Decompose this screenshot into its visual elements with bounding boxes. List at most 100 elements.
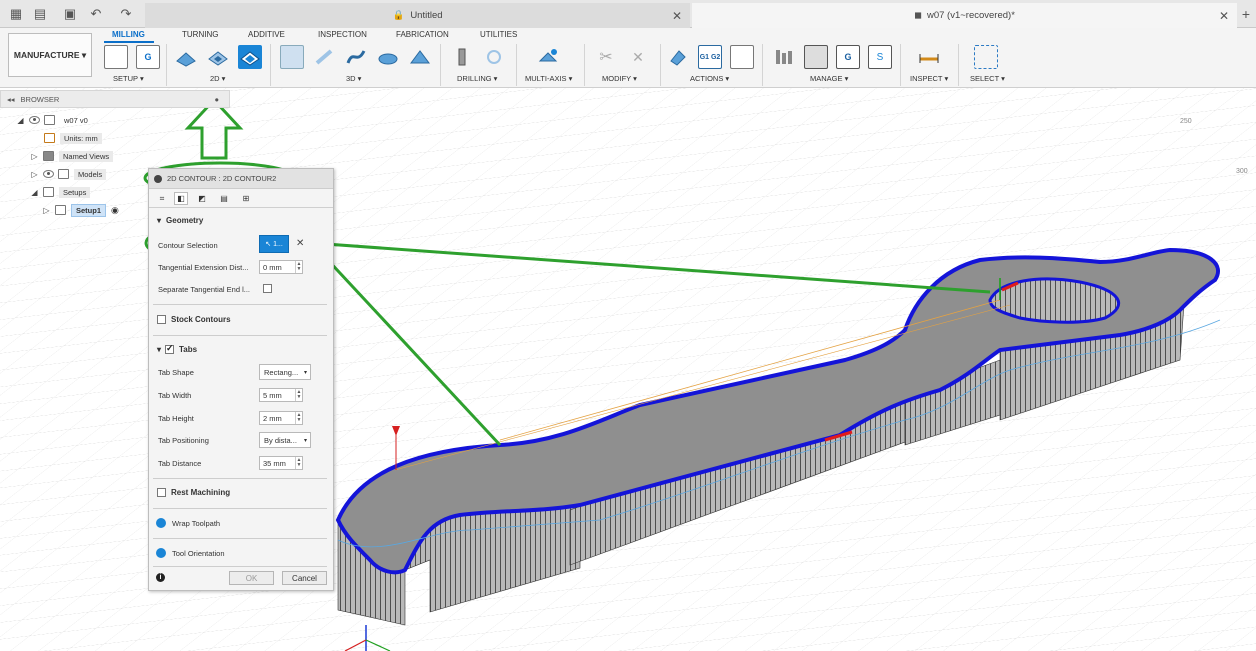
browser-panel-header[interactable]: ◂◂ BROWSER ● <box>0 90 230 108</box>
rest-machining-checkbox[interactable] <box>157 488 166 497</box>
setup-sheet-report-icon[interactable] <box>730 45 754 69</box>
group-drilling[interactable]: DRILLING ▾ <box>457 74 497 83</box>
spinner-icon[interactable]: ▲ ▼ <box>295 412 302 424</box>
tab-shape-select[interactable]: Rectang... ▾ <box>259 364 311 380</box>
drill-icon[interactable] <box>450 45 474 69</box>
machine-library-icon[interactable] <box>804 45 828 69</box>
active-setup-icon[interactable]: ◉ <box>111 205 119 216</box>
section-stock-contours[interactable]: Stock Contours <box>157 315 231 324</box>
undo-icon[interactable]: ↶ <box>88 6 104 22</box>
expand-arrow-icon[interactable]: ▷ <box>30 170 39 179</box>
tab-inspection[interactable]: INSPECTION <box>318 30 367 39</box>
modify-scissors-icon[interactable]: ✂ <box>594 45 618 69</box>
tab-utilities[interactable]: UTILITIES <box>480 30 517 39</box>
multi-axis-icon[interactable] <box>536 45 560 69</box>
hole-recognition-icon[interactable] <box>482 45 506 69</box>
collapse-arrow-icon[interactable]: ▾ <box>157 345 161 354</box>
group-multi-axis[interactable]: MULTI-AXIS ▾ <box>525 74 572 83</box>
data-panel-icon[interactable]: ▦ <box>8 6 24 22</box>
tab-height-field[interactable]: 2 mm ▲ ▼ <box>259 411 303 425</box>
dialog-minimize-icon[interactable] <box>154 175 162 183</box>
collapse-arrow-icon[interactable]: ▾ <box>157 216 161 225</box>
close-tab-icon[interactable]: ✕ <box>672 9 682 23</box>
new-tab-icon[interactable]: + <box>1242 6 1250 22</box>
stock-contours-checkbox[interactable] <box>157 315 166 324</box>
tree-item-models[interactable]: ▷ Models <box>30 167 107 181</box>
select-window-icon[interactable] <box>974 45 998 69</box>
collapse-panel-icon[interactable]: ◂◂ <box>7 95 15 104</box>
group-modify[interactable]: MODIFY ▾ <box>602 74 637 83</box>
3d-contour-icon[interactable] <box>376 45 400 69</box>
3d-pocket-icon[interactable] <box>312 45 336 69</box>
tree-item-named-views[interactable]: ▷ Named Views <box>30 149 114 163</box>
tab-passes-icon[interactable]: ▤ <box>217 192 231 205</box>
cancel-button[interactable]: Cancel <box>282 571 327 585</box>
group-select[interactable]: SELECT ▾ <box>970 74 1005 83</box>
dialog-title-bar[interactable]: 2D CONTOUR : 2D CONTOUR2 <box>149 169 333 189</box>
browser-options-icon[interactable]: ● <box>214 95 219 104</box>
3d-parallel-icon[interactable] <box>344 45 368 69</box>
spinner-icon[interactable]: ▲ ▼ <box>295 389 302 401</box>
tab-width-field[interactable]: 5 mm ▲ ▼ <box>259 388 303 402</box>
tab-positioning-select[interactable]: By dista... ▾ <box>259 432 311 448</box>
redo-icon[interactable]: ↷ <box>118 6 134 22</box>
tab-geometry-icon[interactable]: ◧ <box>174 192 188 205</box>
post-process-icon[interactable]: G1 G2 <box>698 45 722 69</box>
group-setup[interactable]: SETUP ▾ <box>113 74 144 83</box>
tab-tool-icon[interactable]: ⌗ <box>155 192 169 205</box>
visibility-eye-icon[interactable] <box>29 116 40 124</box>
wrap-toolpath-row[interactable]: Wrap Toolpath <box>156 518 220 528</box>
tab-heights-icon[interactable]: ◩ <box>195 192 209 205</box>
tab-additive[interactable]: ADDITIVE <box>248 30 285 39</box>
separate-tangential-checkbox[interactable] <box>263 284 272 293</box>
spinner-icon[interactable]: ▲ ▼ <box>295 261 302 273</box>
simulate-icon[interactable] <box>666 45 690 69</box>
tangential-extension-field[interactable]: 0 mm ▲ ▼ <box>259 260 303 274</box>
tabs-checkbox[interactable] <box>165 343 175 354</box>
3d-adaptive-icon[interactable] <box>280 45 304 69</box>
spinner-icon[interactable]: ▲ ▼ <box>295 457 302 469</box>
expand-arrow-icon[interactable]: ▷ <box>42 206 51 215</box>
save-icon[interactable]: ▣ <box>62 6 78 22</box>
visibility-eye-icon[interactable] <box>43 170 54 178</box>
template-library-icon[interactable]: S <box>868 45 892 69</box>
section-geometry[interactable]: ▾ Geometry <box>157 216 203 225</box>
info-icon[interactable]: i <box>156 573 165 582</box>
document-tab-untitled[interactable]: 🔒 Untitled ✕ <box>145 3 690 28</box>
section-tabs[interactable]: ▾ Tabs <box>157 343 197 354</box>
group-3d[interactable]: 3D ▾ <box>346 74 361 83</box>
setup-folder-icon[interactable] <box>104 45 128 69</box>
tool-orientation-row[interactable]: Tool Orientation <box>156 548 225 558</box>
expand-arrow-icon[interactable]: ◢ <box>30 188 39 197</box>
tree-item-setups[interactable]: ◢ Setups <box>30 185 91 199</box>
tab-milling[interactable]: MILLING <box>112 30 145 39</box>
tool-library-icon[interactable] <box>772 45 796 69</box>
close-tab-icon[interactable]: ✕ <box>1219 9 1229 23</box>
modify-delete-icon[interactable]: ✕ <box>626 45 650 69</box>
expand-arrow-icon[interactable]: ▷ <box>30 152 39 161</box>
2d-adaptive-icon[interactable] <box>174 45 198 69</box>
file-menu-icon[interactable]: ▤ <box>32 6 48 22</box>
tree-item-root[interactable]: ◢ w07 v0 <box>16 113 88 127</box>
expand-arrow-icon[interactable]: ◢ <box>16 116 25 125</box>
group-actions[interactable]: ACTIONS ▾ <box>690 74 729 83</box>
tree-item-setup1[interactable]: ▷ Setup1 ◉ <box>42 203 119 217</box>
tree-item-units[interactable]: Units: mm <box>44 131 102 145</box>
group-inspect[interactable]: INSPECT ▾ <box>910 74 948 83</box>
tab-linking-icon[interactable]: ⊞ <box>239 192 253 205</box>
tab-turning[interactable]: TURNING <box>182 30 218 39</box>
3d-scallop-icon[interactable] <box>408 45 432 69</box>
workspace-switcher[interactable]: MANUFACTURE ▾ <box>8 33 92 77</box>
section-rest-machining[interactable]: Rest Machining <box>157 488 230 497</box>
2d-pocket-icon[interactable] <box>206 45 230 69</box>
contour-selection-button[interactable]: ↖ 1... <box>259 235 289 253</box>
clear-selection-icon[interactable]: ✕ <box>296 238 304 249</box>
document-tab-w07[interactable]: ◼ w07 (v1~recovered)* ✕ <box>692 3 1237 28</box>
ok-button[interactable]: OK <box>229 571 274 585</box>
tab-fabrication[interactable]: FABRICATION <box>396 30 449 39</box>
group-2d[interactable]: 2D ▾ <box>210 74 225 83</box>
setup-sheet-icon[interactable]: G <box>136 45 160 69</box>
group-manage[interactable]: MANAGE ▾ <box>810 74 848 83</box>
post-library-icon[interactable]: G <box>836 45 860 69</box>
tab-distance-field[interactable]: 35 mm ▲ ▼ <box>259 456 303 470</box>
